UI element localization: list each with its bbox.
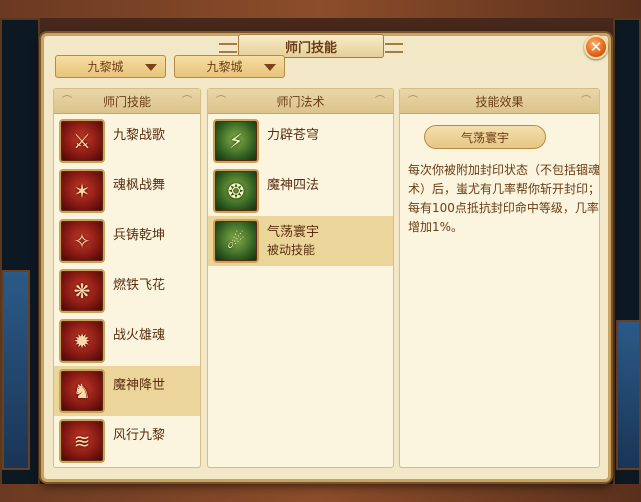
skill-item-bingzhu-qiankun[interactable]: ✧ 兵铸乾坤	[54, 216, 200, 266]
demon-four-icon: ❂	[213, 169, 259, 213]
spell-name: 魔神四法	[267, 177, 320, 193]
skill-item-jiuli-zhange[interactable]: ⚔ 九黎战歌	[54, 116, 200, 166]
effect-title-text: 气荡寰宇	[460, 130, 509, 145]
skills-header-text: 师门技能	[102, 94, 151, 109]
skill-name: 战火雄魂	[113, 327, 166, 343]
effect-column-header: 技能效果	[400, 89, 599, 114]
left-bookshelf	[2, 270, 30, 470]
forge-icon: ✧	[59, 219, 105, 263]
close-icon: ✕	[589, 38, 603, 56]
effect-title: 气荡寰宇	[424, 125, 546, 149]
spells-column: 师门法术 ⚡ 力辟苍穹 ❂ 魔神四法 ☄ 气荡寰宇 被动技能	[207, 88, 394, 468]
flaming-iron-icon: ❋	[59, 269, 105, 313]
skill-name: 燃铁飞花	[113, 277, 166, 293]
spell-name: 气荡寰宇	[267, 224, 320, 240]
spell-item-lipi-cangqiong[interactable]: ⚡ 力辟苍穹	[208, 116, 393, 166]
effect-description: 每次你被附加封印状态（不包括锢魂术）后，蚩尤有几率帮你斩开封印；每有100点抵抗…	[408, 163, 601, 234]
school-dropdown-2[interactable]: 九黎城	[174, 55, 285, 78]
skill-name: 兵铸乾坤	[113, 227, 166, 243]
skill-name: 九黎战歌	[113, 127, 166, 143]
skill-item-zhanhuo-xionghun[interactable]: ✹ 战火雄魂	[54, 316, 200, 366]
qi-wave-icon: ☄	[213, 219, 259, 263]
skill-name: 风行九黎	[113, 427, 166, 443]
spells-header-text: 师门法术	[276, 94, 325, 109]
school-dropdown-1[interactable]: 九黎城	[55, 55, 166, 78]
effect-header-text: 技能效果	[475, 94, 524, 109]
maple-dance-icon: ✶	[59, 169, 105, 213]
wind-walk-icon: ≋	[59, 419, 105, 463]
chevron-down-icon	[145, 64, 157, 71]
sky-split-icon: ⚡	[213, 119, 259, 163]
spell-item-qidang-huanyu[interactable]: ☄ 气荡寰宇 被动技能	[208, 216, 393, 266]
demon-descent-icon: ♞	[59, 369, 105, 413]
close-button[interactable]: ✕	[584, 35, 608, 59]
right-bookshelf	[616, 320, 641, 470]
skill-name: 魂枫战舞	[113, 177, 166, 193]
spell-name: 力辟苍穹	[267, 127, 320, 143]
passive-skill-label: 被动技能	[267, 242, 316, 257]
window-title-text: 师门技能	[284, 40, 337, 56]
spell-item-moshen-sifa[interactable]: ❂ 魔神四法	[208, 166, 393, 216]
war-fire-icon: ✹	[59, 319, 105, 363]
floor-beam	[0, 484, 641, 502]
skill-item-rantie-feihua[interactable]: ❋ 燃铁飞花	[54, 266, 200, 316]
skills-column: 师门技能 ⚔ 九黎战歌 ✶ 魂枫战舞 ✧ 兵铸乾坤 ❋ 燃铁飞花 ✹ 战火雄魂 …	[53, 88, 201, 468]
war-song-icon: ⚔	[59, 119, 105, 163]
skill-item-hunfeng-zhanwu[interactable]: ✶ 魂枫战舞	[54, 166, 200, 216]
chevron-down-icon	[264, 64, 276, 71]
skills-column-header: 师门技能	[54, 89, 200, 114]
skill-item-fengxing-jiuli[interactable]: ≋ 风行九黎	[54, 416, 200, 466]
skill-item-moshen-jiangshi[interactable]: ♞ 魔神降世	[54, 366, 200, 416]
skill-name: 魔神降世	[113, 377, 166, 393]
spells-column-header: 师门法术	[208, 89, 393, 114]
effect-column: 技能效果 气荡寰宇 每次你被附加封印状态（不包括锢魂术）后，蚩尤有几率帮你斩开封…	[399, 88, 600, 468]
roof-beam	[0, 0, 641, 18]
